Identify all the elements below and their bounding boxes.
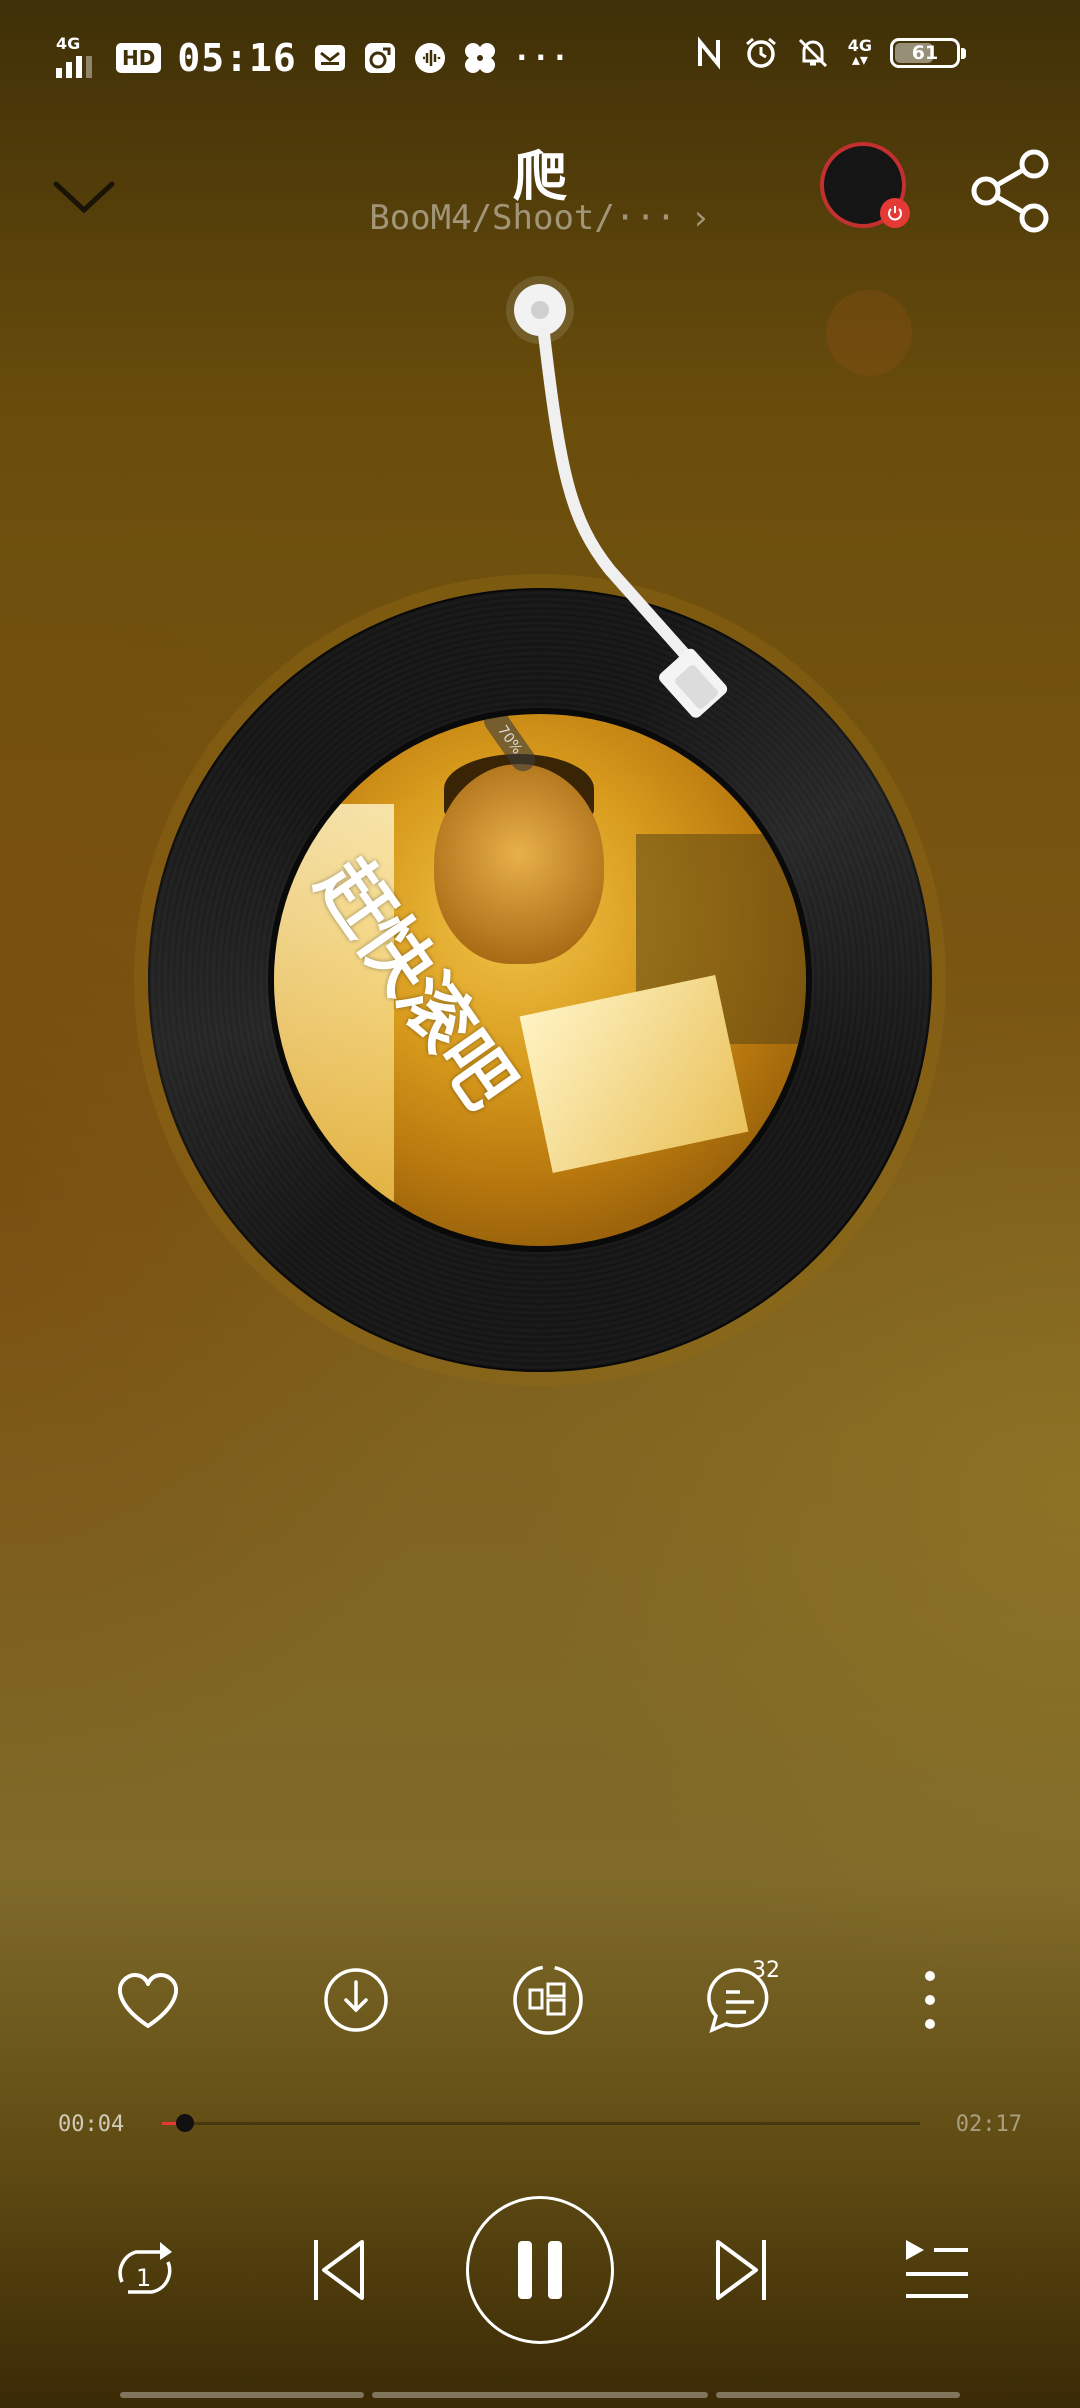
battery-icon: 61	[890, 38, 966, 68]
current-time: 00:04	[58, 2112, 125, 2137]
status-right: 4G ▴▾ 61	[692, 36, 966, 70]
playlist-icon[interactable]	[898, 2234, 972, 2304]
listen-together-avatar[interactable]	[820, 142, 910, 228]
alarm-icon	[745, 37, 776, 68]
progress-track[interactable]	[162, 2114, 920, 2132]
progress-knob[interactable]	[175, 2114, 194, 2132]
action-bar	[0, 1960, 1080, 2040]
share-icon[interactable]	[966, 146, 1056, 236]
mail-icon	[314, 45, 345, 71]
hd-icon: HD	[116, 43, 162, 73]
floating-dot	[826, 290, 912, 376]
fan-icon	[464, 43, 495, 73]
chevron-right-icon: ›	[690, 198, 711, 238]
app-icon	[364, 43, 395, 73]
pause-icon	[518, 2241, 562, 2299]
repeat-one-badge: 1	[136, 2264, 151, 2292]
repeat-one-button[interactable]: 1	[106, 2236, 182, 2306]
sing-icon[interactable]	[508, 1960, 588, 2040]
download-icon[interactable]	[316, 1960, 396, 2040]
battery-level: 61	[911, 42, 939, 64]
total-time: 02:17	[955, 2112, 1022, 2137]
gesture-bar	[0, 2392, 1080, 2402]
clock: 05:16	[177, 36, 297, 80]
player-header: 爬 BooM4/Shoot/··· ›	[0, 120, 1080, 260]
network-type-label: 4G	[56, 34, 81, 53]
mute-icon	[798, 38, 827, 68]
signal-icon: 4G	[56, 34, 100, 78]
playback-progress: 00:04 02:17	[0, 2100, 1080, 2140]
music-icon	[414, 43, 445, 73]
nfc-icon	[697, 36, 720, 70]
more-notifications-icon: ···	[512, 40, 570, 76]
next-icon[interactable]	[708, 2232, 774, 2308]
status-bar: 4G HD 05:16 ··· 4G ▴▾ 61	[0, 0, 1080, 120]
comment-count-badge: 32	[752, 1958, 780, 1983]
pause-button[interactable]	[466, 2196, 614, 2344]
heart-icon[interactable]	[108, 1960, 188, 2040]
album-cover: 70% 赶快滚吧	[274, 714, 806, 1246]
repeat-one-icon: 1	[118, 2242, 172, 2294]
power-icon	[880, 198, 910, 228]
artist-album-link[interactable]: BooM4/Shoot/··· ›	[0, 198, 1080, 238]
status-left: 4G HD 05:16 ···	[56, 34, 570, 80]
mobile-data-icon: 4G ▴▾	[847, 36, 872, 69]
artist-album-label: BooM4/Shoot/···	[369, 198, 677, 238]
playback-controls: 1	[0, 2196, 1080, 2346]
previous-icon[interactable]	[306, 2232, 372, 2308]
tonearm	[506, 276, 728, 718]
more-icon[interactable]	[890, 1960, 970, 2040]
